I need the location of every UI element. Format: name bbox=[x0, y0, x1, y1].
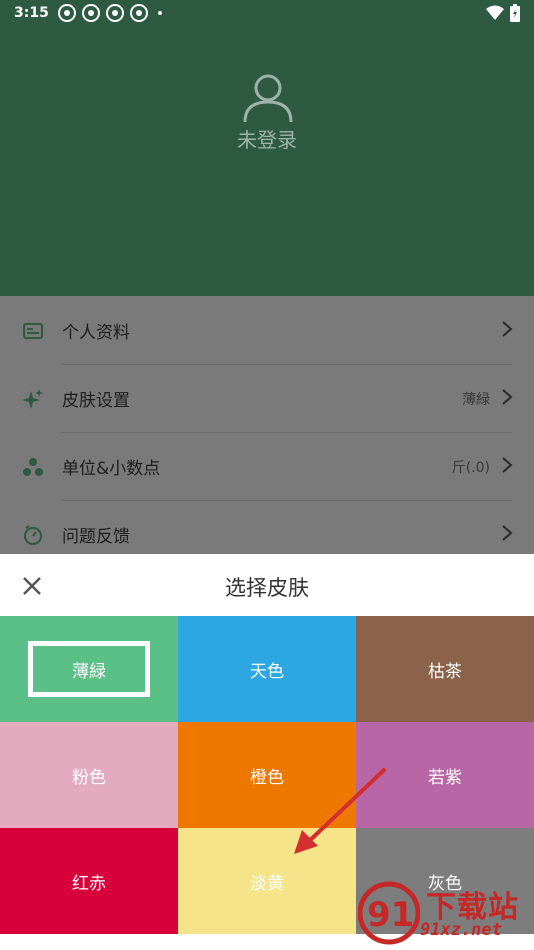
skin-swatch-sky-blue[interactable]: 天色 bbox=[178, 616, 356, 722]
more-notifications-dot bbox=[158, 11, 162, 15]
notification-app-icon bbox=[130, 4, 148, 22]
annotation-arrow-icon bbox=[294, 768, 386, 854]
swatch-label: 红赤 bbox=[72, 873, 106, 894]
sheet-title: 选择皮肤 bbox=[225, 576, 309, 600]
settings-menu: 个人资料 皮肤设置 薄緑 单位&小数点 斤(.0) 问题反馈 bbox=[0, 296, 534, 554]
chevron-right-icon bbox=[502, 457, 513, 473]
skin-swatch-pale-green[interactable]: 薄緑 bbox=[0, 616, 178, 722]
swatch-label: 淡黄 bbox=[250, 873, 284, 894]
swatch-label: 若紫 bbox=[428, 767, 462, 788]
skin-swatch-pink[interactable]: 粉色 bbox=[0, 722, 178, 828]
skin-swatch-brown-tea[interactable]: 枯茶 bbox=[356, 616, 534, 722]
watermark-text-url: 91xz.net bbox=[420, 920, 502, 940]
status-bar: 3:15 bbox=[0, 0, 534, 28]
menu-item-unit-decimal[interactable]: 单位&小数点 斤(.0) bbox=[0, 432, 534, 500]
menu-item-value: 斤(.0) bbox=[451, 460, 490, 476]
system-status-icons bbox=[486, 4, 520, 22]
sparkle-icon bbox=[22, 389, 43, 409]
login-status-text[interactable]: 未登录 bbox=[0, 124, 534, 153]
menu-item-label: 皮肤设置 bbox=[62, 391, 130, 411]
notification-app-icon bbox=[106, 4, 124, 22]
chevron-right-icon bbox=[502, 525, 513, 541]
menu-item-profile[interactable]: 个人资料 bbox=[0, 296, 534, 364]
swatch-label: 粉色 bbox=[72, 767, 106, 788]
swatch-label: 灰色 bbox=[428, 873, 462, 894]
watermark-logo-text: 91 bbox=[367, 895, 414, 935]
dots-cluster-icon bbox=[23, 458, 43, 476]
chevron-right-icon bbox=[502, 389, 513, 405]
notification-icons bbox=[58, 4, 162, 22]
watermark-logo-icon: 91 bbox=[358, 881, 420, 945]
wifi-icon bbox=[486, 5, 504, 20]
chevron-right-icon bbox=[502, 321, 513, 337]
avatar-icon[interactable] bbox=[242, 72, 294, 124]
notification-app-icon bbox=[58, 4, 76, 22]
notification-app-icon bbox=[82, 4, 100, 22]
menu-item-skin-settings[interactable]: 皮肤设置 薄緑 bbox=[0, 364, 534, 432]
swatch-label: 薄緑 bbox=[72, 661, 106, 682]
menu-item-value: 薄緑 bbox=[462, 392, 490, 408]
id-card-icon bbox=[23, 323, 43, 339]
profile-header: 3:15 未登录 bbox=[0, 0, 534, 296]
swatch-label: 枯茶 bbox=[428, 661, 462, 682]
swatch-label: 橙色 bbox=[250, 767, 284, 788]
menu-item-label: 单位&小数点 bbox=[62, 459, 161, 479]
timer-icon bbox=[24, 525, 42, 545]
skin-swatch-grid: 薄緑 天色 枯茶 粉色 橙色 若紫 红赤 淡黄 灰色 bbox=[0, 616, 534, 934]
skin-swatch-red[interactable]: 红赤 bbox=[0, 828, 178, 934]
battery-icon bbox=[510, 4, 520, 22]
swatch-label: 天色 bbox=[250, 661, 284, 682]
skin-picker-sheet: 选择皮肤 薄緑 天色 枯茶 粉色 橙色 若紫 红赤 淡黄 灰色 bbox=[0, 554, 534, 950]
status-time: 3:15 bbox=[14, 5, 49, 21]
menu-item-label: 个人资料 bbox=[62, 323, 130, 343]
menu-item-label: 问题反馈 bbox=[62, 527, 130, 547]
